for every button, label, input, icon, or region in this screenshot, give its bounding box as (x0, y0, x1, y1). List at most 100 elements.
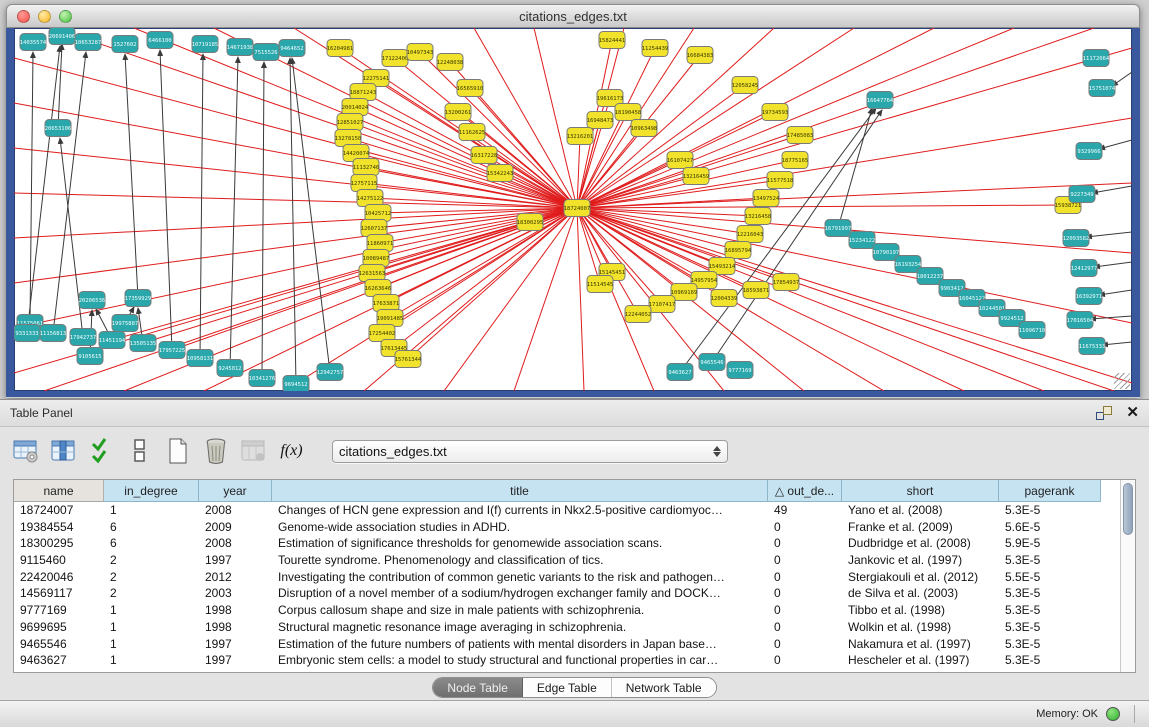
table-row[interactable]: 969969511998Structural magnetic resonanc… (14, 619, 1120, 636)
column-header[interactable]: year (199, 480, 272, 502)
graph-node[interactable]: 12244052 (625, 306, 652, 323)
graph-node[interactable]: 14035574 (20, 34, 47, 51)
window-titlebar[interactable]: citations_edges.txt (6, 4, 1140, 28)
graph-node[interactable]: 7515526 (253, 44, 279, 61)
graph-node[interactable]: 13216458 (745, 208, 772, 225)
graph-node[interactable]: 12093582 (1063, 230, 1090, 247)
zoom-button[interactable] (59, 10, 72, 23)
graph-node[interactable]: 13505135 (130, 335, 157, 352)
graph-node[interactable]: 17122400 (382, 50, 409, 67)
tab-node-table[interactable]: Node Table (433, 678, 523, 697)
graph-node[interactable]: 9465546 (699, 354, 725, 371)
column-header[interactable]: pagerank (999, 480, 1101, 502)
graph-node[interactable]: 14275122 (357, 190, 384, 207)
graph-node[interactable]: 15234122 (849, 232, 876, 249)
graph-node[interactable]: 11172064 (1083, 50, 1110, 67)
graph-node[interactable]: 16204981 (327, 40, 354, 57)
graph-node[interactable]: 16107427 (667, 152, 694, 169)
graph-node[interactable]: 10497343 (407, 44, 434, 61)
graph-node[interactable]: 9105615 (77, 348, 103, 365)
graph-node[interactable]: 13497524 (753, 190, 780, 207)
graph-node[interactable]: 9694512 (283, 376, 309, 392)
graph-node[interactable]: 11132746 (353, 159, 380, 176)
graph-hub-node[interactable]: 18724007 (564, 200, 591, 217)
graph-node[interactable]: 20653106 (45, 120, 72, 137)
graph-node[interactable]: 13216459 (683, 168, 710, 185)
column-header[interactable]: in_degree (104, 480, 199, 502)
graph-node[interactable]: 11577518 (767, 172, 794, 189)
graph-node[interactable]: 11451194 (99, 332, 126, 349)
table-row[interactable]: 1830029562008Estimation of significance … (14, 535, 1120, 552)
graph-node[interactable]: 12757115 (351, 175, 378, 192)
minimize-button[interactable] (38, 10, 51, 23)
column-header[interactable]: short (842, 480, 999, 502)
graph-node[interactable]: 17942737 (70, 329, 97, 346)
graph-node[interactable]: 16263646 (365, 280, 392, 297)
column-header[interactable]: title (272, 480, 768, 502)
graph-node[interactable]: 9777169 (727, 362, 753, 379)
column-header[interactable]: △ out_de... (768, 480, 842, 502)
graph-node[interactable]: 13200261 (445, 104, 472, 121)
graph-node[interactable]: 12004339 (711, 290, 738, 307)
graph-node[interactable]: 11860971 (367, 235, 394, 252)
graph-node[interactable]: 18871243 (350, 84, 377, 101)
table-row[interactable]: 911546021997Tourette syndrome. Phenomeno… (14, 552, 1120, 569)
scrollbar-thumb[interactable] (1123, 483, 1133, 535)
graph-node[interactable]: 12942757 (317, 364, 344, 381)
graph-node[interactable]: 20206536 (79, 292, 106, 309)
graph-node[interactable]: 17957225 (159, 342, 186, 359)
graph-node[interactable]: 11514545 (587, 276, 614, 293)
vertical-scrollbar[interactable] (1120, 480, 1135, 672)
clear-selection-icon[interactable] (126, 438, 153, 465)
graph-node[interactable]: 16392971 (1076, 288, 1103, 305)
graph-node[interactable]: 10425712 (365, 205, 392, 222)
graph-node[interactable]: 9331333 (14, 325, 40, 342)
graph-node[interactable]: 12058245 (732, 77, 759, 94)
table-column-icon[interactable] (50, 438, 77, 465)
graph-node[interactable]: 17633871 (373, 295, 400, 312)
graph-node[interactable]: 17359929 (125, 290, 152, 307)
graph-node[interactable]: 16565910 (457, 80, 484, 97)
graph-node[interactable]: 15751074 (1089, 80, 1116, 97)
close-panel-icon[interactable]: ✕ (1126, 406, 1139, 420)
graph-node[interactable]: 10963498 (631, 120, 658, 137)
graph-node[interactable]: 19734593 (762, 104, 789, 121)
network-canvas[interactable]: 1620498117122400104973431227514118871243… (14, 28, 1132, 391)
table-row[interactable]: 1872400712008Changes of HCN gene express… (14, 502, 1120, 519)
table-row[interactable]: 946554611997Estimation of the future num… (14, 636, 1120, 653)
graph-node[interactable]: 17254402 (369, 325, 396, 342)
graph-node[interactable]: 17016504 (1067, 312, 1094, 329)
graph-node[interactable]: 14671938 (227, 39, 254, 56)
select-all-checks-icon[interactable] (88, 438, 115, 465)
graph-node[interactable]: 16791997 (825, 220, 852, 237)
graph-node[interactable]: 19091485 (377, 310, 404, 327)
table-settings-icon[interactable] (12, 438, 39, 465)
graph-node[interactable]: 18593871 (743, 282, 770, 299)
graph-node[interactable]: 15342243 (487, 165, 514, 182)
graph-node[interactable]: 11254439 (642, 40, 669, 57)
graph-node[interactable]: 10958131 (187, 350, 214, 367)
graph-node[interactable]: 12607137 (361, 220, 388, 237)
graph-node[interactable]: 10719185 (192, 36, 219, 53)
graph-node[interactable]: 16684383 (687, 47, 714, 64)
graph-node[interactable]: 20691406 (49, 28, 76, 45)
network-table-selector[interactable]: citations_edges.txt (332, 440, 728, 463)
graph-node[interactable]: 9463627 (667, 364, 693, 381)
graph-node[interactable]: 13278150 (335, 130, 362, 147)
memory-ok-indicator-icon[interactable] (1106, 707, 1120, 721)
graph-node[interactable]: 12631563 (359, 265, 386, 282)
table-row[interactable]: 1456911722003Disruption of a novel membe… (14, 585, 1120, 602)
graph-node[interactable]: 18300295 (517, 214, 544, 231)
graph-node[interactable]: 15761344 (395, 351, 422, 368)
graph-node[interactable]: 11096710 (1019, 322, 1046, 339)
graph-node[interactable]: 6466100 (147, 32, 173, 49)
delete-trash-icon[interactable] (202, 438, 229, 465)
graph-node[interactable]: 9464652 (279, 40, 305, 57)
column-header[interactable]: name (14, 480, 104, 502)
graph-node[interactable]: 17485083 (787, 127, 814, 144)
close-button[interactable] (17, 10, 30, 23)
graph-node[interactable]: 11162625 (459, 124, 486, 141)
table-row[interactable]: 977716911998Corpus callosum shape and si… (14, 602, 1120, 619)
graph-node[interactable]: 1527602 (112, 36, 138, 53)
function-fx-icon[interactable]: f(x) (278, 438, 305, 465)
